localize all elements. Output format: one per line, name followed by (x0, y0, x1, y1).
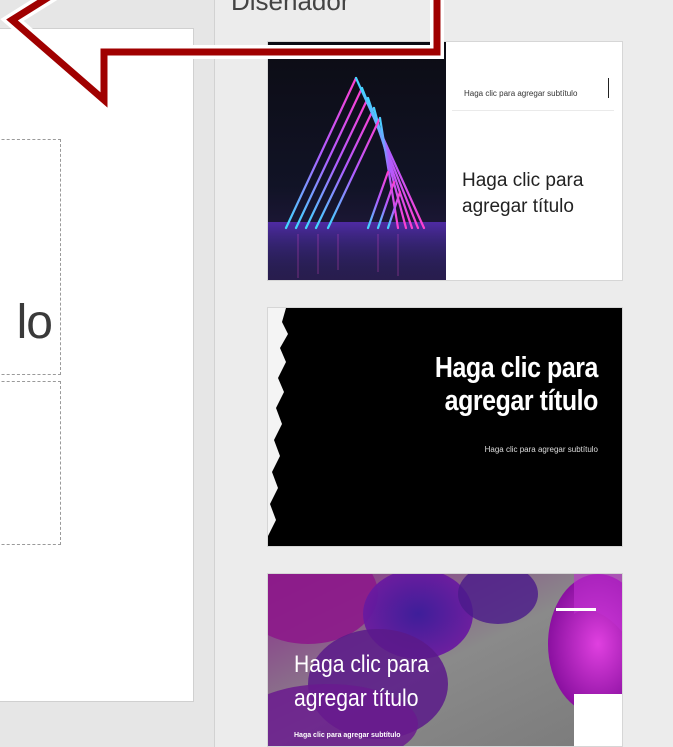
design-idea-3-title: Haga clic para agregar título (294, 651, 430, 712)
design-idea-2-title: Haga clic para agregar título (434, 352, 599, 417)
slide-canvas-area: lo (0, 0, 214, 747)
divider-line (452, 110, 614, 111)
subtitle-placeholder[interactable] (0, 381, 61, 545)
text-cursor (608, 78, 609, 98)
design-idea-3-subtitle: Haga clic para agregar subtítulo (294, 732, 401, 739)
design-idea-1-title: Haga clic para agregar título (462, 170, 584, 217)
torn-paper-edge (268, 308, 288, 546)
neon-triangle-image (268, 42, 446, 280)
design-idea-1-subtitle: Haga clic para agregar subtítulo (464, 89, 578, 98)
design-idea-2-subtitle: Haga clic para agregar subtítulo (484, 445, 598, 454)
title-placeholder-text: lo (16, 296, 53, 349)
designer-pane: Diseñador Haga clic para agregar subtítu… (215, 0, 673, 747)
design-idea-1[interactable]: Haga clic para agregar subtítulo Haga cl… (267, 41, 623, 281)
design-idea-2[interactable]: Haga clic para agregar título Haga clic … (267, 307, 623, 547)
slide-canvas[interactable]: lo (0, 28, 194, 702)
title-placeholder[interactable]: lo (0, 139, 61, 375)
designer-pane-title: Diseñador (231, 0, 350, 16)
design-idea-3[interactable]: Haga clic para agregar título Haga clic … (267, 573, 623, 747)
accent-dash (556, 608, 596, 611)
